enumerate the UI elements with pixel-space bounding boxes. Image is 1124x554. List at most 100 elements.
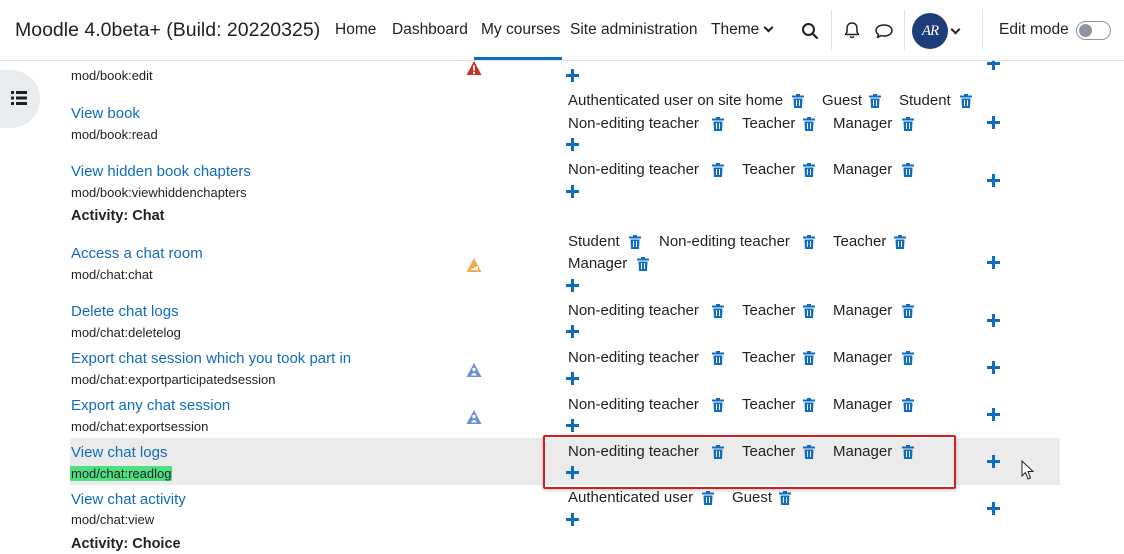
trash-icon[interactable] bbox=[803, 117, 815, 131]
capability-name-link[interactable]: View chat activity bbox=[71, 491, 186, 508]
risk-xss-warning-icon[interactable] bbox=[466, 60, 482, 76]
prohibit-role-plus-icon[interactable] bbox=[987, 361, 1000, 374]
trash-icon[interactable] bbox=[803, 235, 815, 249]
prohibit-role-plus-icon[interactable] bbox=[987, 408, 1000, 421]
trash-icon[interactable] bbox=[869, 94, 881, 108]
nav-theme-dropdown[interactable]: Theme bbox=[711, 21, 774, 39]
nav-theme-label: Theme bbox=[711, 21, 760, 38]
role-name: Non-editing teacher bbox=[568, 349, 699, 366]
capability-name-link[interactable]: Export chat session which you took part … bbox=[71, 350, 351, 367]
trash-icon[interactable] bbox=[712, 163, 724, 177]
trash-icon[interactable] bbox=[712, 117, 724, 131]
list-icon bbox=[11, 91, 27, 105]
trash-icon[interactable] bbox=[894, 235, 906, 249]
role-name: Manager bbox=[568, 255, 628, 272]
mouse-cursor-icon bbox=[1021, 460, 1035, 480]
trash-icon[interactable] bbox=[803, 398, 815, 412]
trash-icon[interactable] bbox=[902, 117, 914, 131]
trash-icon[interactable] bbox=[902, 398, 914, 412]
trash-icon[interactable] bbox=[712, 398, 724, 412]
trash-icon[interactable] bbox=[637, 257, 649, 271]
add-role-plus-icon[interactable] bbox=[566, 513, 579, 526]
capability-code: mod/chat:exportparticipatedsession bbox=[71, 372, 276, 387]
capability-code: mod/chat:exportsession bbox=[71, 419, 209, 434]
capability-code: mod/book:viewhiddenchapters bbox=[71, 185, 247, 200]
prohibit-role-plus-icon[interactable] bbox=[987, 174, 1000, 187]
role-name: Non-editing teacher bbox=[568, 302, 699, 319]
add-role-plus-icon[interactable] bbox=[566, 185, 579, 198]
capability-name-link[interactable]: View hidden book chapters bbox=[71, 163, 251, 180]
chat-bubble-icon[interactable] bbox=[874, 22, 894, 40]
prohibit-role-plus-icon[interactable] bbox=[987, 256, 1000, 269]
prohibit-role-plus-icon[interactable] bbox=[987, 455, 1000, 468]
nav-site-administration[interactable]: Site administration bbox=[570, 21, 698, 39]
role-name: Guest bbox=[732, 489, 773, 506]
edit-mode-toggle[interactable] bbox=[1076, 21, 1111, 40]
user-avatar[interactable]: AR bbox=[912, 13, 948, 49]
role-name: Non-editing teacher bbox=[659, 233, 790, 250]
nav-dashboard[interactable]: Dashboard bbox=[392, 21, 468, 39]
role-name: Teacher bbox=[833, 233, 887, 250]
trash-icon[interactable] bbox=[803, 304, 815, 318]
role-name: Manager bbox=[833, 115, 893, 132]
navbar-divider bbox=[831, 10, 832, 50]
user-menu-chevron-icon[interactable] bbox=[950, 24, 961, 35]
site-brand[interactable]: Moodle 4.0beta+ (Build: 20220325) bbox=[15, 19, 320, 42]
add-role-plus-icon[interactable] bbox=[566, 138, 579, 151]
role-name: Authenticated user on site home bbox=[568, 92, 784, 109]
edit-mode-label: Edit mode bbox=[999, 21, 1069, 38]
trash-icon[interactable] bbox=[712, 351, 724, 365]
trash-icon[interactable] bbox=[902, 351, 914, 365]
add-role-plus-icon[interactable] bbox=[566, 69, 579, 82]
trash-icon[interactable] bbox=[712, 304, 724, 318]
risk-spam-warning-icon[interactable] bbox=[466, 257, 482, 273]
chevron-down-icon bbox=[763, 22, 774, 33]
role-name: Non-editing teacher bbox=[568, 115, 699, 132]
capability-name-link[interactable]: Access a chat room bbox=[71, 245, 203, 262]
course-index-drawer-toggle[interactable] bbox=[0, 70, 40, 128]
capability-code: mod/book:read bbox=[71, 127, 158, 142]
trash-icon[interactable] bbox=[960, 94, 972, 108]
role-name: Teacher bbox=[742, 115, 796, 132]
role-name: Student bbox=[568, 233, 620, 250]
capability-name-link[interactable]: Export any chat session bbox=[71, 397, 230, 414]
trash-icon[interactable] bbox=[629, 235, 641, 249]
trash-icon[interactable] bbox=[902, 304, 914, 318]
capability-name-link[interactable]: View book bbox=[71, 105, 140, 122]
prohibit-role-plus-icon[interactable] bbox=[987, 116, 1000, 129]
prohibit-role-plus-icon[interactable] bbox=[987, 502, 1000, 515]
capability-name-link[interactable]: View chat logs bbox=[71, 444, 167, 461]
trash-icon[interactable] bbox=[702, 491, 714, 505]
trash-icon[interactable] bbox=[792, 94, 804, 108]
role-name: Manager bbox=[833, 302, 893, 319]
add-role-plus-icon[interactable] bbox=[566, 419, 579, 432]
search-icon[interactable] bbox=[801, 22, 819, 40]
role-name: Teacher bbox=[742, 396, 796, 413]
nav-home[interactable]: Home bbox=[335, 21, 376, 39]
active-nav-indicator bbox=[474, 57, 562, 60]
trash-icon[interactable] bbox=[803, 351, 815, 365]
navbar-divider bbox=[982, 10, 983, 50]
bell-icon[interactable] bbox=[843, 21, 861, 40]
nav-my-courses[interactable]: My courses bbox=[481, 21, 560, 39]
add-role-plus-icon[interactable] bbox=[566, 325, 579, 338]
add-role-plus-icon[interactable] bbox=[566, 279, 579, 292]
trash-icon[interactable] bbox=[902, 163, 914, 177]
risk-personal-warning-icon[interactable] bbox=[466, 362, 482, 378]
role-name: Teacher bbox=[742, 349, 796, 366]
role-name: Manager bbox=[833, 161, 893, 178]
role-name: Guest bbox=[822, 92, 863, 109]
trash-icon[interactable] bbox=[779, 491, 791, 505]
role-name: Manager bbox=[833, 349, 893, 366]
section-heading: Activity: Chat bbox=[71, 208, 165, 224]
annotation-highlight-box bbox=[543, 435, 956, 489]
capability-code-highlighted: mod/chat:readlog bbox=[70, 466, 173, 481]
capability-name-link[interactable]: Delete chat logs bbox=[71, 303, 179, 320]
add-role-plus-icon[interactable] bbox=[566, 372, 579, 385]
role-name: Manager bbox=[833, 396, 893, 413]
prohibit-role-plus-icon[interactable] bbox=[987, 314, 1000, 327]
role-name: Non-editing teacher bbox=[568, 161, 699, 178]
risk-personal-warning-icon[interactable] bbox=[466, 409, 482, 425]
capability-code: mod/chat:view bbox=[71, 512, 155, 527]
trash-icon[interactable] bbox=[803, 163, 815, 177]
